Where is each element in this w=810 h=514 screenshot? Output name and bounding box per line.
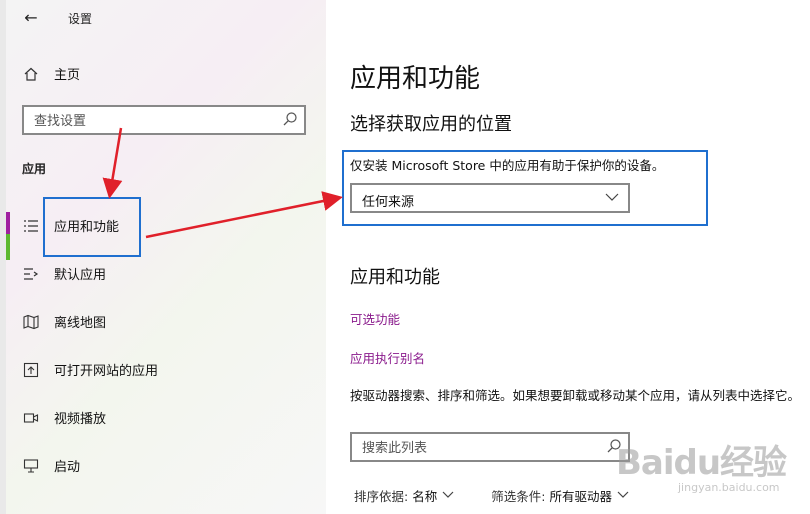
annotation-arrow-right <box>145 191 343 239</box>
annotation-arrow-down <box>102 127 123 199</box>
annotation-arrows <box>102 127 343 239</box>
